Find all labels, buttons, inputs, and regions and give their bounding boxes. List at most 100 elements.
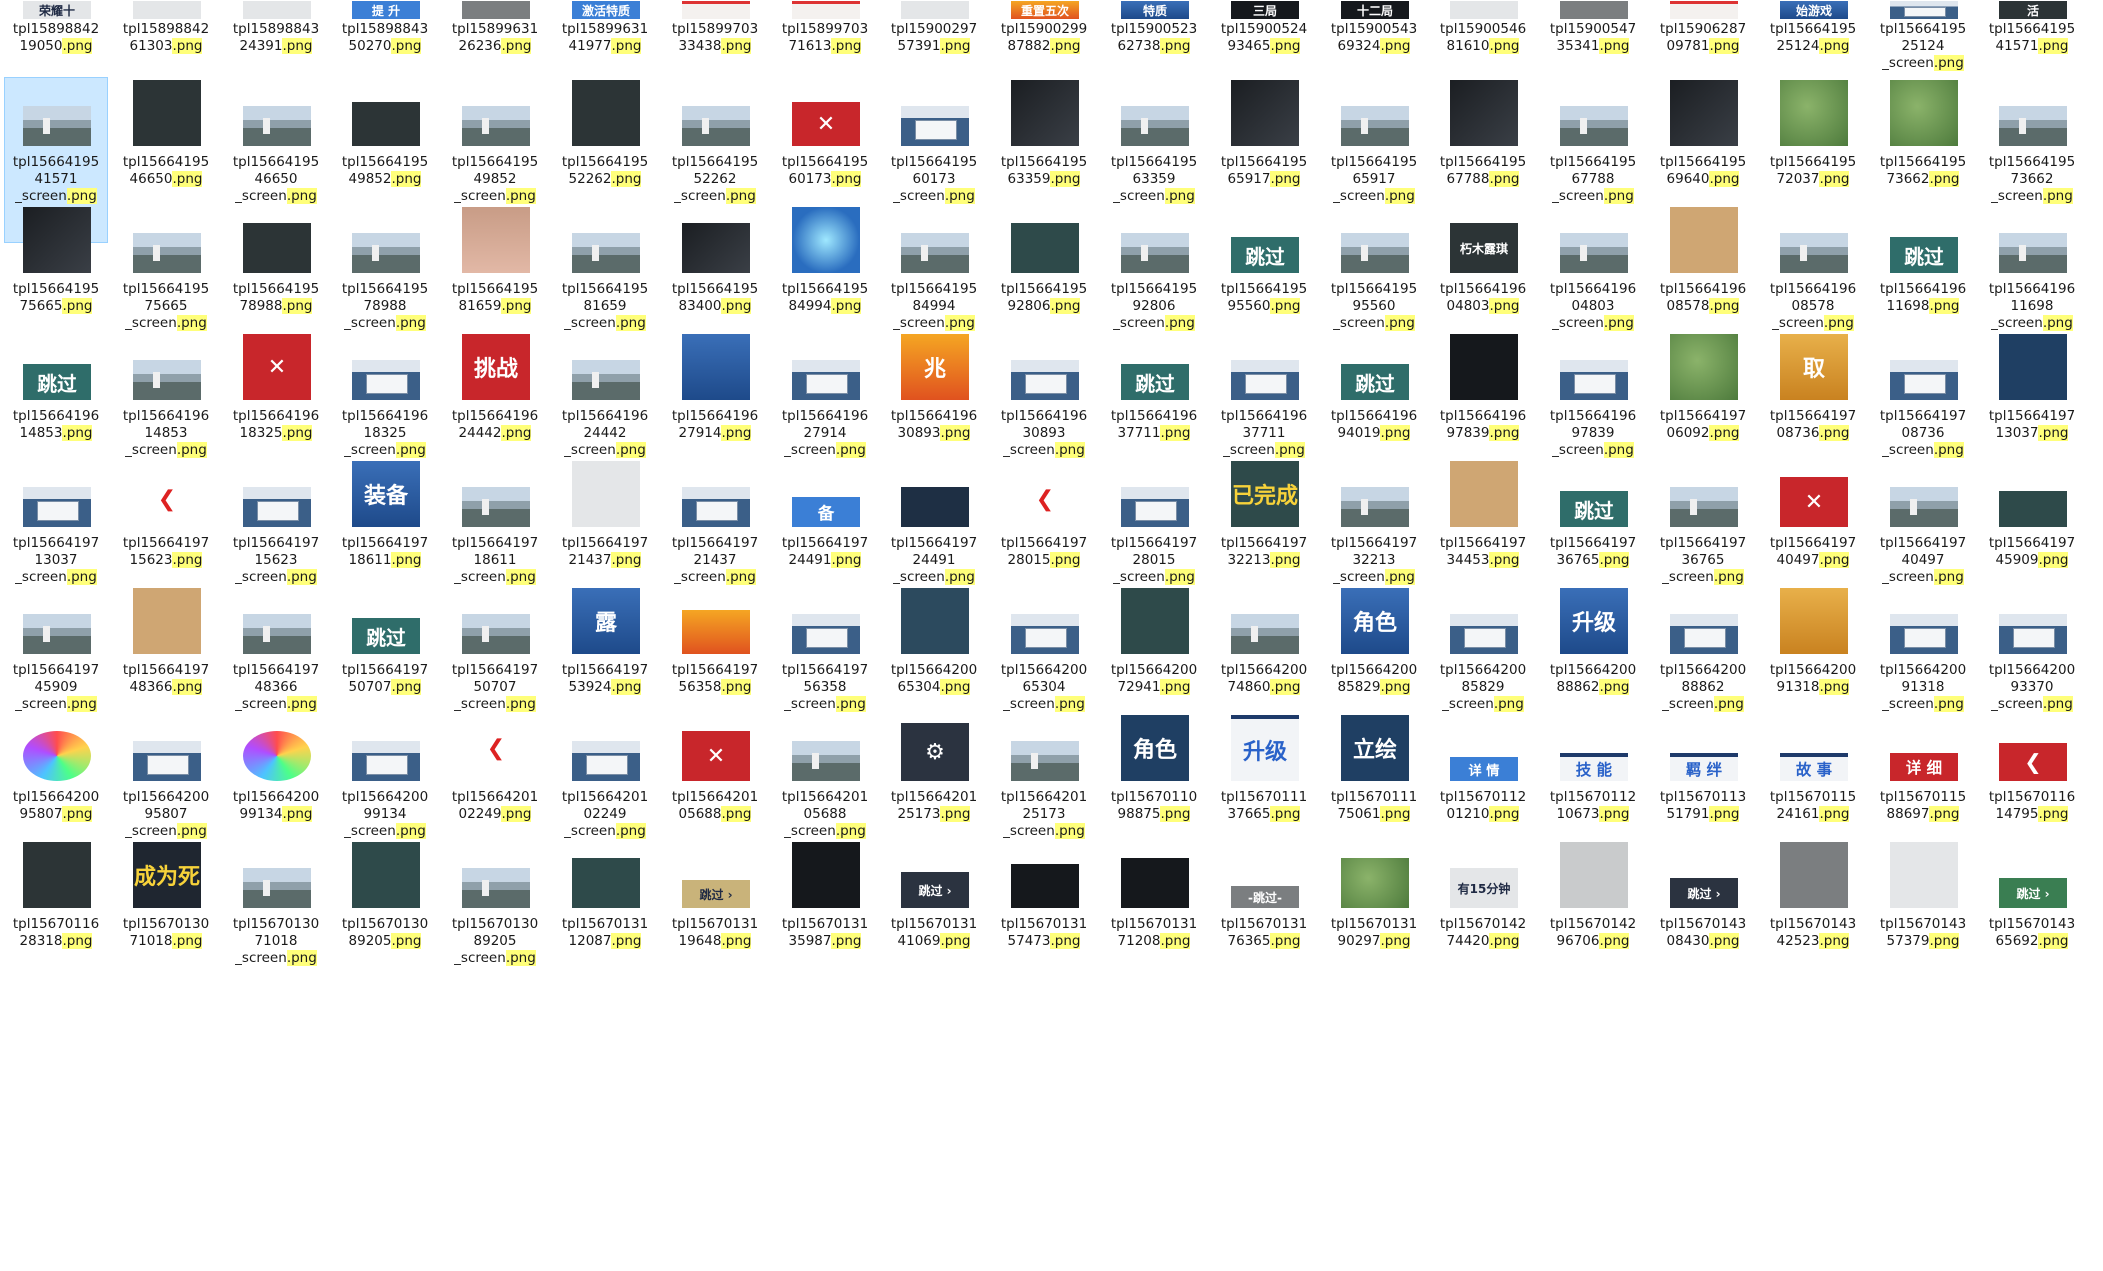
file-extension: .png bbox=[1270, 806, 1301, 822]
file-thumbnail: ✕ bbox=[1772, 459, 1856, 527]
file-name: tpl15664200 65304.png bbox=[885, 662, 983, 696]
file-extension: .png bbox=[2042, 188, 2073, 204]
file-extension: .png bbox=[395, 823, 426, 839]
file-thumbnail bbox=[674, 205, 758, 273]
file-thumbnail bbox=[344, 840, 428, 908]
file-item[interactable]: tpl15670130 71018 _screen.png bbox=[224, 839, 328, 1005]
file-thumbnail bbox=[784, 840, 868, 908]
file-name: tpl15670131 57473.png bbox=[995, 916, 1093, 950]
file-thumbnail: 三局 bbox=[1223, 1, 1307, 19]
file-name: tpl15664195 52262 _screen.png bbox=[666, 154, 764, 205]
file-extension: .png bbox=[1603, 188, 1634, 204]
file-item[interactable]: tpl15900547 35341.png bbox=[1541, 0, 1645, 76]
file-item[interactable]: tpl15670143 42523.png bbox=[1761, 839, 1865, 1005]
thumbnail-text: 激活特质 bbox=[581, 3, 630, 18]
file-thumbnail: 提 升 bbox=[344, 1, 428, 19]
file-name: tpl15664195 81659.png bbox=[446, 281, 544, 315]
file-item[interactable]: tpl15898843 24391.png bbox=[224, 0, 328, 76]
file-thumbnail: 角色 bbox=[1113, 713, 1197, 781]
file-thumbnail bbox=[1113, 459, 1197, 527]
file-name: tpl15898843 50270.png bbox=[336, 21, 434, 55]
file-item[interactable]: 激活特质 tpl15899631 41977.png bbox=[553, 0, 657, 76]
file-name: tpl15664200 74860.png bbox=[1215, 662, 1313, 696]
file-item[interactable]: tpl15664195 25124 _screen.png bbox=[1871, 0, 1975, 76]
file-item[interactable]: 始游戏 tpl15664195 25124.png bbox=[1761, 0, 1865, 76]
file-extension: .png bbox=[1384, 569, 1415, 585]
file-extension: .png bbox=[721, 298, 752, 314]
file-item[interactable]: 提 升 tpl15898843 50270.png bbox=[333, 0, 437, 76]
file-item[interactable]: 跳过 › tpl15670131 19648.png bbox=[663, 839, 767, 1005]
file-item[interactable]: tpl15900546 81610.png bbox=[1431, 0, 1535, 76]
file-item[interactable]: 十二局 tpl15900543 69324.png bbox=[1322, 0, 1426, 76]
thumbnail-text: 羁 绊 bbox=[1685, 761, 1723, 779]
file-thumbnail bbox=[1333, 459, 1417, 527]
file-thumbnail bbox=[674, 1, 758, 19]
file-extension: .png bbox=[940, 806, 971, 822]
file-name: tpl15664197 53924.png bbox=[556, 662, 654, 696]
file-name: tpl15664196 08578.png bbox=[1654, 281, 1752, 315]
file-item[interactable]: 活 tpl15664195 41571.png bbox=[1980, 0, 2084, 76]
file-name: tpl15664200 88862.png bbox=[1544, 662, 1642, 696]
file-extension: .png bbox=[1933, 55, 1964, 71]
file-thumbnail bbox=[1552, 78, 1636, 146]
file-item[interactable]: tpl15670131 35987.png bbox=[773, 839, 877, 1005]
file-name: tpl15664196 97839 _screen.png bbox=[1544, 408, 1642, 459]
file-item[interactable]: tpl15900297 57391.png bbox=[882, 0, 986, 76]
file-extension: .png bbox=[725, 569, 756, 585]
file-item[interactable]: tpl15670131 90297.png bbox=[1322, 839, 1426, 1005]
file-name: tpl15664195 41571.png bbox=[1983, 21, 2081, 55]
file-item[interactable]: 成为死 tpl15670130 71018.png bbox=[114, 839, 218, 1005]
thumbnail-grid: 荣耀十 tpl15898842 19050.png tpl15898842 6130… bbox=[0, 0, 2103, 1271]
file-extension: .png bbox=[1709, 933, 1740, 949]
file-item[interactable]: 有15分钟 tpl15670142 74420.png bbox=[1431, 839, 1535, 1005]
thumbnail-text: 取 bbox=[1802, 357, 1825, 382]
file-item[interactable]: tpl15670131 71208.png bbox=[1102, 839, 1206, 1005]
file-item[interactable]: 跳过 › tpl15670131 41069.png bbox=[882, 839, 986, 1005]
file-extension: .png bbox=[66, 696, 97, 712]
file-item[interactable]: 重置五次 tpl15900299 87882.png bbox=[992, 0, 1096, 76]
file-item[interactable]: 特质 tpl15900523 62738.png bbox=[1102, 0, 1206, 76]
file-item[interactable]: -跳过-tpl15670131 76365.png bbox=[1212, 839, 1316, 1005]
file-name: tpl15664195 63359 _screen.png bbox=[1105, 154, 1203, 205]
file-item[interactable]: 跳过 › tpl15670143 08430.png bbox=[1651, 839, 1755, 1005]
file-item[interactable]: tpl15670142 96706.png bbox=[1541, 839, 1645, 1005]
file-item[interactable]: tpl15670143 57379.png bbox=[1871, 839, 1975, 1005]
file-item[interactable]: tpl15899703 33438.png bbox=[663, 0, 767, 76]
file-extension: .png bbox=[1599, 552, 1630, 568]
file-name: tpl15664195 92806.png bbox=[995, 281, 1093, 315]
file-extension: .png bbox=[172, 552, 203, 568]
file-item[interactable]: tpl15670130 89205.png bbox=[333, 839, 437, 1005]
file-item[interactable]: tpl15899631 26236.png bbox=[443, 0, 547, 76]
file-extension: .png bbox=[1050, 552, 1081, 568]
file-thumbnail bbox=[15, 840, 99, 908]
file-item[interactable]: 跳过 › tpl15670143 65692.png bbox=[1980, 839, 2084, 1005]
file-item[interactable]: tpl15670131 12087.png bbox=[553, 839, 657, 1005]
file-item[interactable]: 荣耀十 tpl15898842 19050.png bbox=[4, 0, 108, 76]
file-extension: .png bbox=[505, 569, 536, 585]
file-extension: .png bbox=[391, 171, 422, 187]
file-thumbnail bbox=[893, 586, 977, 654]
file-item[interactable]: tpl15899703 71613.png bbox=[773, 0, 877, 76]
thumbnail-text: 露 bbox=[594, 611, 617, 636]
thumbnail-text: 十二局 bbox=[1356, 3, 1393, 18]
file-thumbnail: 装备 bbox=[344, 459, 428, 527]
file-thumbnail: 跳过 bbox=[15, 332, 99, 400]
file-thumbnail bbox=[235, 78, 319, 146]
file-item[interactable]: tpl15670116 28318.png bbox=[4, 839, 108, 1005]
file-item[interactable]: tpl15670130 89205 _screen.png bbox=[443, 839, 547, 1005]
file-name: tpl15664195 52262.png bbox=[556, 154, 654, 188]
file-thumbnail bbox=[235, 586, 319, 654]
file-item[interactable]: tpl15898842 61303.png bbox=[114, 0, 218, 76]
file-item[interactable]: 三局 tpl15900524 93465.png bbox=[1212, 0, 1316, 76]
file-item[interactable]: tpl15906287 09781.png bbox=[1651, 0, 1755, 76]
file-name: tpl15670110 98875.png bbox=[1105, 789, 1203, 823]
file-thumbnail bbox=[1662, 332, 1746, 400]
file-item[interactable]: tpl15670131 57473.png bbox=[992, 839, 1096, 1005]
file-name: tpl15670131 41069.png bbox=[885, 916, 983, 950]
file-thumbnail: 立绘 bbox=[1333, 713, 1417, 781]
file-name: tpl15670116 14795.png bbox=[1983, 789, 2081, 823]
thumbnail-text: ✕ bbox=[267, 354, 287, 380]
file-extension: .png bbox=[831, 552, 862, 568]
file-name: tpl15664200 65304 _screen.png bbox=[995, 662, 1093, 713]
file-extension: .png bbox=[1709, 806, 1740, 822]
